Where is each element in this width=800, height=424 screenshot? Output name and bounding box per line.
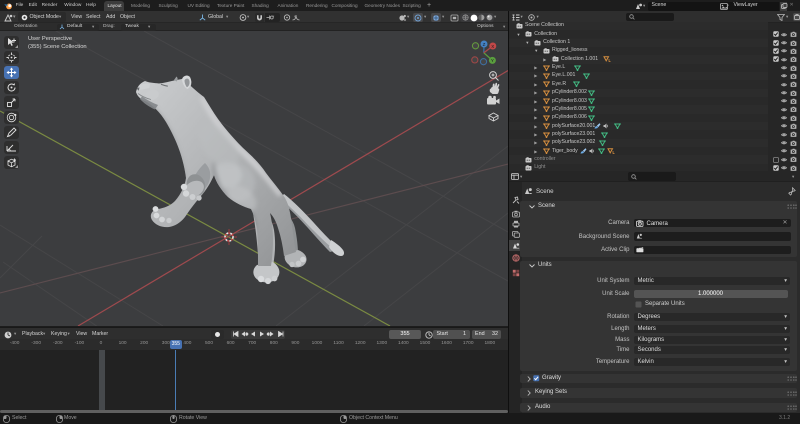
svg-text:Y: Y [491,58,494,63]
svg-text:X: X [491,44,494,49]
svg-text:Z: Z [483,42,486,47]
